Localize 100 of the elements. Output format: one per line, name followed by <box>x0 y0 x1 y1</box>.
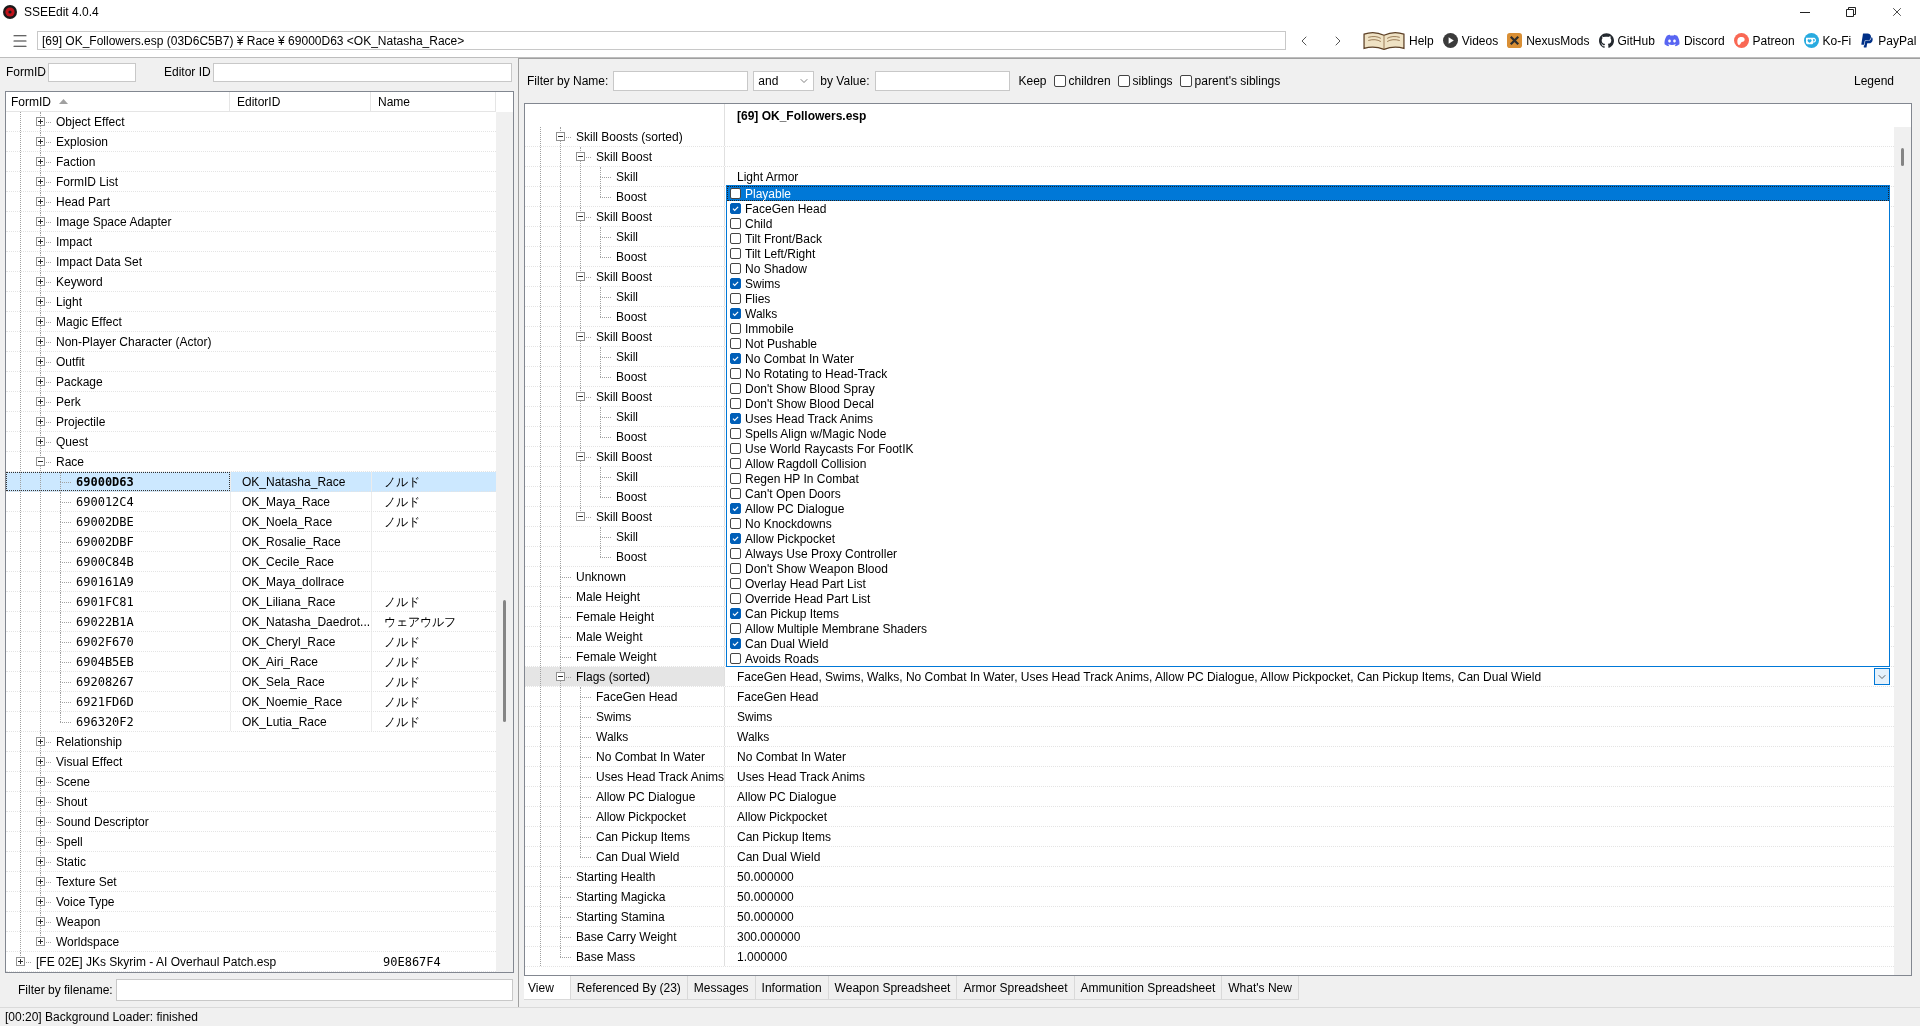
checkbox[interactable] <box>730 353 741 364</box>
minus-box-icon[interactable] <box>576 212 585 221</box>
tree-row[interactable]: Light <box>6 292 496 312</box>
scrollbar[interactable] <box>1894 127 1911 975</box>
scrollbar[interactable] <box>496 112 513 972</box>
toolbar-link[interactable]: Help <box>1363 31 1434 50</box>
tree-row[interactable]: 69002DBF OK_Rosalie_Race <box>6 532 496 552</box>
tree-row[interactable]: Image Space Adapter <box>6 212 496 232</box>
dropdown-option[interactable]: Can Pickup Items <box>727 606 1889 621</box>
tree-row[interactable]: Non-Player Character (Actor) <box>6 332 496 352</box>
dropdown-button[interactable] <box>1874 668 1890 685</box>
minus-box-icon[interactable] <box>576 452 585 461</box>
checkbox[interactable] <box>730 623 741 634</box>
tree-row[interactable]: Worldspace <box>6 932 496 952</box>
tab[interactable]: Information <box>755 976 829 1000</box>
plus-box-icon[interactable] <box>36 317 45 326</box>
toolbar-link[interactable]: PayPal <box>1860 33 1917 48</box>
dropdown-option[interactable]: Allow PC Dialogue <box>727 501 1889 516</box>
checkbox[interactable] <box>730 533 741 544</box>
tree-row[interactable]: Perk <box>6 392 496 412</box>
path-field[interactable]: [69] OK_Followers.esp (03D6C5B7) ¥ Race ¥ 69000D63 <OK_Natasha_Race> <box>37 31 1286 50</box>
tab[interactable]: Armor Spreadsheet <box>957 976 1075 1000</box>
tree-row[interactable]: Sound Descriptor <box>6 812 496 832</box>
tree-row[interactable]: 690012C4 OK_Maya_Race ノルド <box>6 492 496 512</box>
tree-row[interactable]: 69022B1A OK_Natasha_Daedrot... ウェアウルフ <box>6 612 496 632</box>
tree-row[interactable]: 6921FD6D OK_Noemie_Race ノルド <box>6 692 496 712</box>
checkbox[interactable] <box>730 278 741 289</box>
tree-row[interactable]: Visual Effect <box>6 752 496 772</box>
checkbox[interactable] <box>730 323 741 334</box>
dropdown-option[interactable]: Uses Head Track Anims <box>727 411 1889 426</box>
toolbar-link[interactable]: Patreon <box>1733 33 1795 48</box>
checkbox[interactable] <box>730 398 741 409</box>
tree-row[interactable]: 6904B5EB OK_Airi_Race ノルド <box>6 652 496 672</box>
checkbox[interactable] <box>730 458 741 469</box>
dropdown-option[interactable]: No Knockdowns <box>727 516 1889 531</box>
plus-box-icon[interactable] <box>36 837 45 846</box>
plus-box-icon[interactable] <box>36 917 45 926</box>
checkbox[interactable] <box>730 638 741 649</box>
plus-box-icon[interactable] <box>36 357 45 366</box>
plus-box-icon[interactable] <box>36 217 45 226</box>
toolbar-link[interactable]: Videos <box>1442 33 1499 48</box>
tab[interactable]: Ammunition Spreadsheet <box>1074 976 1223 1000</box>
minus-box-icon[interactable] <box>576 332 585 341</box>
dropdown-option[interactable]: Always Use Proxy Controller <box>727 546 1889 561</box>
legend-button[interactable]: Legend <box>1853 75 1894 87</box>
tree-row[interactable]: Relationship <box>6 732 496 752</box>
dropdown-option[interactable]: Spells Align w/Magic Node <box>727 426 1889 441</box>
tree-row[interactable]: Quest <box>6 432 496 452</box>
tree-row[interactable]: Impact Data Set <box>6 252 496 272</box>
tree-row[interactable]: Package <box>6 372 496 392</box>
scrollbar-thumb[interactable] <box>1901 148 1904 166</box>
dropdown-option[interactable]: Allow Ragdoll Collision <box>727 456 1889 471</box>
operator-select[interactable]: and <box>753 71 815 91</box>
minus-box-icon[interactable] <box>576 512 585 521</box>
checkbox[interactable] <box>730 383 741 394</box>
tree-row[interactable]: Static <box>6 852 496 872</box>
tree-row[interactable]: Voice Type <box>6 892 496 912</box>
dropdown-option[interactable]: Walks <box>727 306 1889 321</box>
tree-row[interactable]: Spell <box>6 832 496 852</box>
dropdown-option[interactable]: No Combat In Water <box>727 351 1889 366</box>
dropdown-option[interactable]: Immobile <box>727 321 1889 336</box>
toolbar-link[interactable]: Ko-Fi <box>1803 33 1852 48</box>
tree-row[interactable]: Outfit <box>6 352 496 372</box>
checkbox[interactable] <box>730 653 741 664</box>
plus-box-icon[interactable] <box>16 957 25 966</box>
plus-box-icon[interactable] <box>36 297 45 306</box>
checkbox[interactable] <box>730 473 741 484</box>
checkbox[interactable] <box>730 308 741 319</box>
input-field[interactable] <box>48 62 136 82</box>
tree-row[interactable]: FormID List <box>6 172 496 192</box>
dropdown-option[interactable]: Child <box>727 216 1889 231</box>
tree-node[interactable]: Flags (sorted) <box>525 667 725 686</box>
minus-box-icon[interactable] <box>576 152 585 161</box>
plus-box-icon[interactable] <box>36 137 45 146</box>
tab[interactable]: Weapon Spreadsheet <box>828 976 958 1000</box>
tab[interactable]: View <box>524 976 571 1000</box>
minus-box-icon[interactable] <box>556 672 565 681</box>
tree-row[interactable]: Object Effect <box>6 112 496 132</box>
checkbox[interactable] <box>730 488 741 499</box>
dropdown-option[interactable]: Regen HP In Combat <box>727 471 1889 486</box>
checkbox[interactable] <box>730 233 741 244</box>
dropdown-option[interactable]: No Shadow <box>727 261 1889 276</box>
tree-row[interactable]: Keyword <box>6 272 496 292</box>
tree-row[interactable]: Head Part <box>6 192 496 212</box>
dropdown-option[interactable]: No Rotating to Head-Track <box>727 366 1889 381</box>
plus-box-icon[interactable] <box>36 177 45 186</box>
tree-row[interactable]: 696320F2 OK_Lutia_Race ノルド <box>6 712 496 732</box>
plus-box-icon[interactable] <box>36 117 45 126</box>
dropdown-option[interactable]: Don't Show Weapon Blood <box>727 561 1889 576</box>
dropdown-option[interactable]: Don't Show Blood Spray <box>727 381 1889 396</box>
dropdown-option[interactable]: Don't Show Blood Decal <box>727 396 1889 411</box>
dropdown-option[interactable]: Allow Multiple Membrane Shaders <box>727 621 1889 636</box>
tree-row[interactable]: 690161A9 OK_Maya_dollrace <box>6 572 496 592</box>
checkbox[interactable] <box>730 218 741 229</box>
dropdown-option[interactable]: Allow Pickpocket <box>727 531 1889 546</box>
minus-box-icon[interactable] <box>36 457 45 466</box>
dropdown-option[interactable]: Override Head Part List <box>727 591 1889 606</box>
name-filter-field[interactable] <box>613 71 749 91</box>
checkbox[interactable] <box>1117 75 1130 87</box>
tab[interactable]: What's New <box>1222 976 1299 1000</box>
